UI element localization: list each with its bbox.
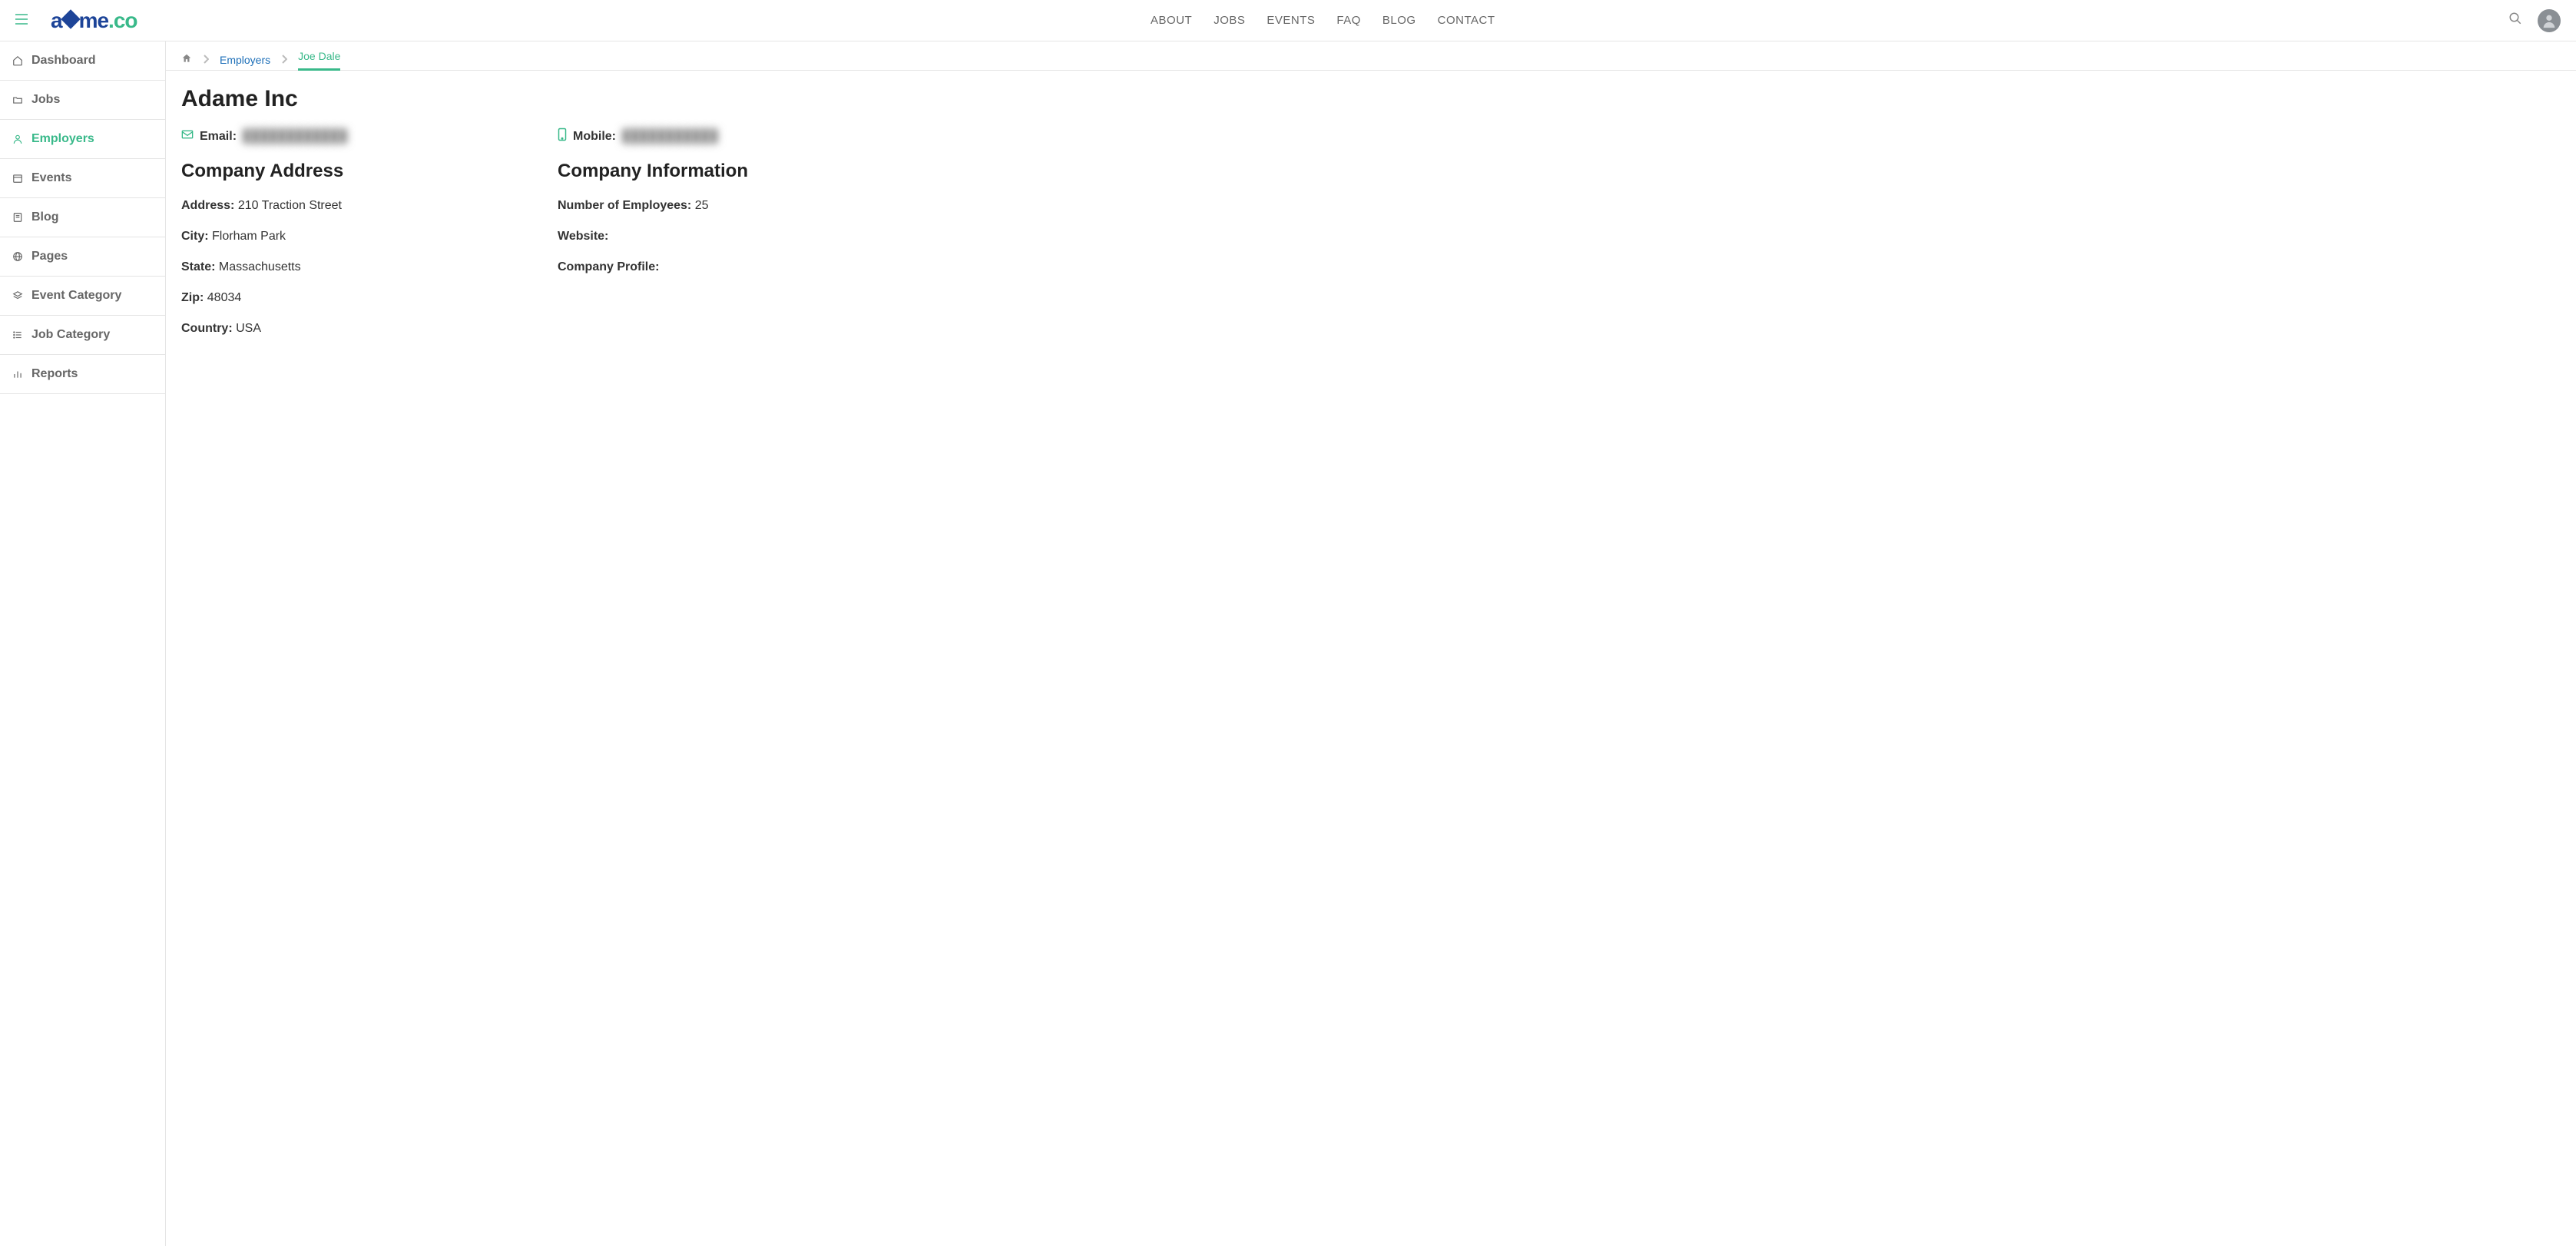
sidebar-item-label: Reports	[31, 367, 78, 381]
globe-icon	[12, 251, 24, 262]
field-profile: Company Profile:	[558, 260, 903, 274]
search-icon[interactable]	[2508, 12, 2522, 29]
header-right	[2508, 9, 2561, 32]
field-address: Address: 210 Traction Street	[181, 199, 527, 213]
breadcrumb: Employers Joe Dale	[166, 41, 2576, 71]
breadcrumb-current: Joe Dale	[298, 50, 340, 70]
nav-blog[interactable]: BLOG	[1382, 14, 1416, 27]
sidebar-item-blog[interactable]: Blog	[0, 198, 165, 237]
chevron-right-icon	[203, 54, 209, 66]
sidebar-item-reports[interactable]: Reports	[0, 355, 165, 394]
section-title: Company Address	[181, 161, 527, 182]
sidebar-item-label: Events	[31, 171, 71, 185]
sidebar: Dashboard Jobs Employers Events Blog Pag…	[0, 41, 166, 1246]
field-state: State: Massachusetts	[181, 260, 527, 274]
email-icon	[181, 129, 194, 144]
nav-contact[interactable]: CONTACT	[1438, 14, 1495, 27]
sidebar-item-pages[interactable]: Pages	[0, 237, 165, 277]
sidebar-item-job-category[interactable]: Job Category	[0, 316, 165, 355]
logo-text: me	[79, 8, 108, 33]
email-row: Email: ████████████	[181, 128, 527, 145]
top-nav: ABOUT JOBS EVENTS FAQ BLOG CONTACT	[1151, 14, 1495, 27]
field-website: Website:	[558, 230, 903, 244]
chart-icon	[12, 369, 24, 379]
field-employees: Number of Employees: 25	[558, 199, 903, 213]
mobile-row: Mobile: ███████████	[558, 128, 903, 145]
logo-text: .co	[108, 8, 137, 33]
section-title: Company Information	[558, 161, 903, 182]
sidebar-item-events[interactable]: Events	[0, 159, 165, 198]
nav-about[interactable]: ABOUT	[1151, 14, 1192, 27]
sidebar-item-dashboard[interactable]: Dashboard	[0, 41, 165, 81]
avatar[interactable]	[2538, 9, 2561, 32]
mobile-value: ███████████	[622, 130, 718, 144]
folder-icon	[12, 94, 24, 105]
nav-faq[interactable]: FAQ	[1336, 14, 1361, 27]
hamburger-icon[interactable]	[15, 12, 28, 28]
sidebar-item-label: Jobs	[31, 93, 60, 107]
layers-icon	[12, 290, 24, 301]
nav-events[interactable]: EVENTS	[1266, 14, 1315, 27]
diamond-icon	[61, 9, 80, 28]
sidebar-item-jobs[interactable]: Jobs	[0, 81, 165, 120]
sidebar-item-label: Blog	[31, 210, 59, 224]
sidebar-item-label: Event Category	[31, 289, 121, 303]
field-city: City: Florham Park	[181, 230, 527, 244]
mobile-label: Mobile:	[573, 130, 616, 144]
list-icon	[12, 330, 24, 340]
info-section: Company Information Number of Employees:…	[558, 161, 903, 353]
home-icon	[12, 55, 24, 66]
logo-text: a	[51, 8, 62, 33]
field-zip: Zip: 48034	[181, 291, 527, 305]
sidebar-item-label: Pages	[31, 250, 68, 263]
address-section: Company Address Address: 210 Traction St…	[181, 161, 527, 353]
sidebar-item-label: Dashboard	[31, 54, 96, 68]
logo[interactable]: a me .co	[51, 8, 137, 33]
sidebar-item-label: Employers	[31, 132, 94, 146]
home-icon[interactable]	[181, 53, 192, 66]
sidebar-item-event-category[interactable]: Event Category	[0, 277, 165, 316]
nav-jobs[interactable]: JOBS	[1214, 14, 1245, 27]
email-value: ████████████	[243, 130, 347, 144]
header: a me .co ABOUT JOBS EVENTS FAQ BLOG CONT…	[0, 0, 2576, 41]
breadcrumb-employers[interactable]: Employers	[220, 54, 270, 66]
email-label: Email:	[200, 130, 237, 144]
user-icon	[12, 134, 24, 144]
chevron-right-icon	[281, 54, 287, 66]
sidebar-item-label: Job Category	[31, 328, 110, 342]
content: Employers Joe Dale Adame Inc Email: ████…	[166, 41, 2576, 1246]
field-country: Country: USA	[181, 322, 527, 336]
mobile-icon	[558, 128, 567, 145]
page-title: Adame Inc	[181, 86, 2561, 112]
calendar-icon	[12, 173, 24, 184]
book-icon	[12, 212, 24, 223]
sidebar-item-employers[interactable]: Employers	[0, 120, 165, 159]
